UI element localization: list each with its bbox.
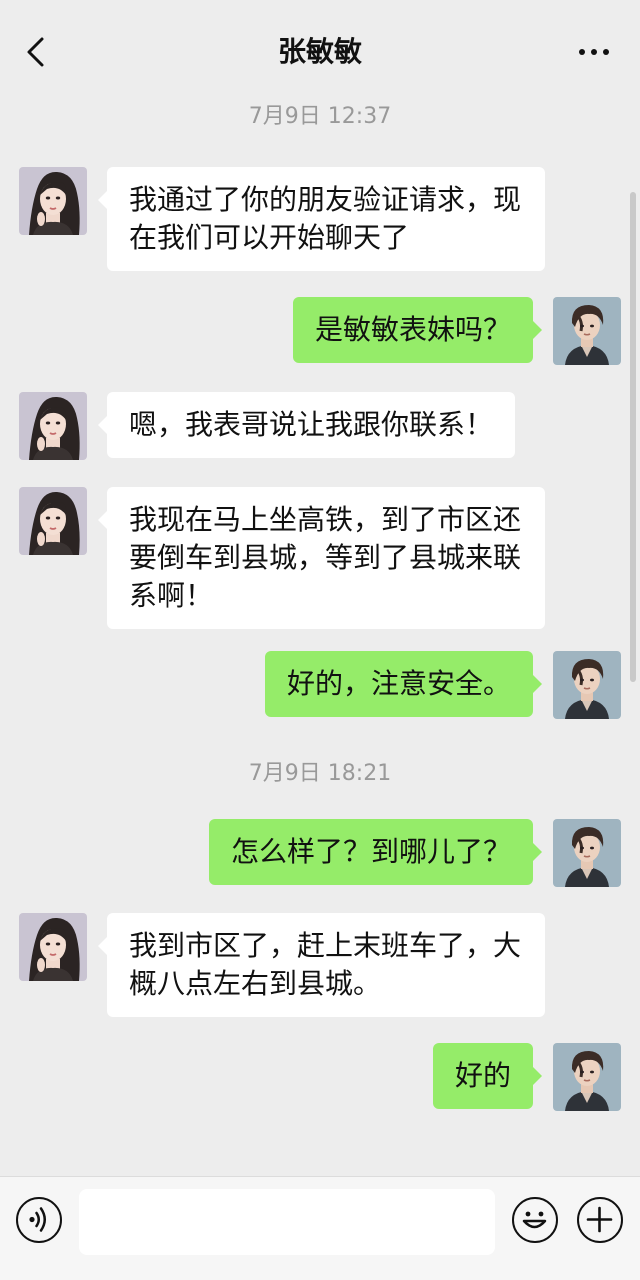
message-bubble[interactable]: 我到市区了，赶上末班车了，大概八点左右到县城。 (98, 913, 545, 1017)
female-avatar-icon (19, 167, 87, 235)
more-dots-icon (579, 49, 609, 55)
timestamp: 7月9日 18:21 (248, 761, 392, 786)
voice-icon (29, 1207, 46, 1232)
emoji-button[interactable] (512, 1197, 558, 1243)
avatar[interactable] (553, 1043, 621, 1111)
message-bubble[interactable]: 怎么样了？到哪儿了？ (208, 819, 543, 885)
scrollbar[interactable] (630, 192, 636, 682)
male-avatar-icon (553, 1043, 621, 1111)
female-avatar-icon (19, 392, 87, 460)
avatar[interactable] (19, 392, 87, 460)
input-bar (0, 1176, 640, 1280)
voice-button[interactable] (16, 1197, 62, 1243)
male-avatar-icon (553, 297, 621, 365)
avatar[interactable] (553, 819, 621, 887)
message-bubble[interactable]: 我现在马上坐高铁，到了市区还要倒车到县城，等到了县城来联系啊！ (98, 487, 545, 629)
avatar[interactable] (19, 487, 87, 555)
timestamp: 7月9日 12:37 (248, 104, 392, 129)
message-bubble[interactable]: 我通过了你的朋友验证请求，现在我们可以开始聊天了 (98, 167, 545, 271)
more-button[interactable] (570, 32, 618, 72)
emoji-icon (522, 1211, 547, 1229)
message-bubble[interactable]: 好的，注意安全。 (264, 651, 543, 717)
female-avatar-icon (19, 487, 87, 555)
plus-icon (586, 1206, 613, 1233)
male-avatar-icon (553, 651, 621, 719)
plus-button[interactable] (577, 1197, 623, 1243)
female-avatar-icon (19, 913, 87, 981)
chat-area[interactable]: 7月9日 12:37 我通过了你的朋友验证请求，现在我们可以开始聊天了 是敏敏表… (0, 100, 640, 1176)
avatar[interactable] (19, 913, 87, 981)
male-avatar-icon (553, 819, 621, 887)
avatar[interactable] (553, 297, 621, 365)
message-bubble[interactable]: 嗯，我表哥说让我跟你联系！ (97, 392, 516, 458)
avatar[interactable] (553, 651, 621, 719)
page-title: 张敏敏 (277, 35, 362, 68)
message-bubble[interactable]: 好的 (432, 1043, 543, 1109)
avatar[interactable] (19, 167, 87, 235)
message-bubble[interactable]: 是敏敏表妹吗？ (292, 297, 543, 363)
chat-header: 张敏敏 (0, 0, 640, 100)
message-input[interactable] (79, 1189, 495, 1255)
